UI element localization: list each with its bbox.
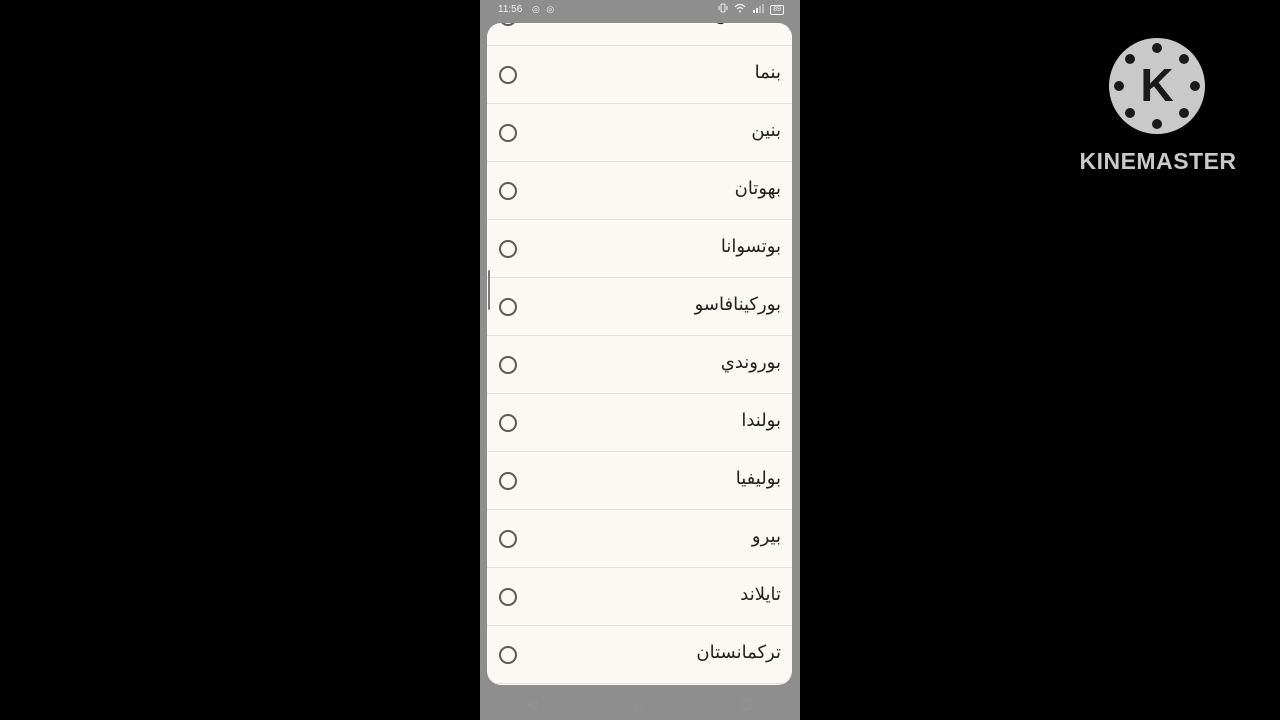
list-item[interactable]: بنما: [487, 46, 792, 104]
list-item[interactable]: بهوتان: [487, 162, 792, 220]
list-item[interactable]: تركمانستان: [487, 626, 792, 684]
notification-icons: ◎ ◎: [532, 4, 557, 14]
logo-dot: [1152, 43, 1162, 53]
list-item[interactable]: بيرو: [487, 510, 792, 568]
radio-button[interactable]: [499, 356, 517, 374]
country-label: بهوتان: [734, 178, 781, 199]
country-label: تركمانستان: [696, 642, 781, 663]
radio-button[interactable]: [499, 588, 517, 606]
logo-dot: [1125, 108, 1135, 118]
status-bar: 11:56 ◎ ◎ 89: [480, 0, 800, 20]
logo-dot: [1190, 81, 1200, 91]
country-label: بولندا: [741, 410, 781, 431]
list-item[interactable]: بوتسوانا: [487, 220, 792, 278]
country-label: بنين: [751, 120, 781, 141]
battery-icon: 89: [770, 4, 784, 15]
phone-screen: 11:56 ◎ ◎ 89 بنغلاديش بنما بنين بهوتان بوتسو…: [480, 0, 800, 720]
country-label: بنما: [754, 62, 781, 83]
radio-button[interactable]: [499, 240, 517, 258]
logo-dot: [1152, 119, 1162, 129]
radio-button[interactable]: [499, 646, 517, 664]
country-label: بوركينافاسو: [694, 294, 781, 315]
radio-button[interactable]: [499, 414, 517, 432]
radio-button[interactable]: [499, 124, 517, 142]
list-item[interactable]: بنغلاديش: [487, 23, 792, 46]
list-item[interactable]: تايلاند: [487, 568, 792, 626]
status-indicators: 89: [718, 3, 784, 16]
radio-button[interactable]: [499, 472, 517, 490]
status-time: 11:56: [498, 4, 523, 15]
country-label: بوروندي: [720, 352, 781, 373]
country-label: بيرو: [751, 526, 781, 547]
logo-dot: [1114, 81, 1124, 91]
back-icon[interactable]: ◁: [528, 697, 537, 711]
kinemaster-logo-icon: K: [1109, 38, 1205, 134]
logo-dot: [1179, 108, 1189, 118]
scrollbar[interactable]: [488, 270, 490, 310]
country-list[interactable]: بنغلاديش بنما بنين بهوتان بوتسوانا بوركينافاس…: [487, 23, 792, 684]
vibrate-icon: [718, 3, 728, 16]
radio-button[interactable]: [499, 23, 517, 26]
radio-button[interactable]: [499, 66, 517, 84]
logo-dot: [1179, 54, 1189, 64]
radio-button[interactable]: [499, 298, 517, 316]
country-label: بوليفيا: [735, 468, 781, 489]
list-item[interactable]: بوركينافاسو: [487, 278, 792, 336]
country-label: بنغلاديش: [715, 23, 781, 25]
list-item[interactable]: بولندا: [487, 394, 792, 452]
kinemaster-watermark: K KINEMASTER: [1074, 38, 1242, 178]
radio-button[interactable]: [499, 530, 517, 548]
home-icon[interactable]: ○: [634, 697, 644, 711]
signal-icon: [752, 3, 765, 16]
country-label: تايلاند: [740, 584, 781, 605]
list-item[interactable]: بوليفيا: [487, 452, 792, 510]
radio-button[interactable]: [499, 182, 517, 200]
kinemaster-wordmark: KINEMASTER: [1079, 148, 1237, 174]
wifi-icon: [734, 3, 746, 16]
navigation-bar: ◁ ○ □: [480, 688, 800, 720]
list-item[interactable]: بوروندي: [487, 336, 792, 394]
list-item[interactable]: بنين: [487, 104, 792, 162]
recents-icon[interactable]: □: [741, 697, 752, 711]
logo-dot: [1125, 54, 1135, 64]
country-label: بوتسوانا: [720, 236, 781, 257]
country-picker-sheet[interactable]: بنغلاديش بنما بنين بهوتان بوتسوانا بوركينافاس…: [487, 23, 792, 685]
